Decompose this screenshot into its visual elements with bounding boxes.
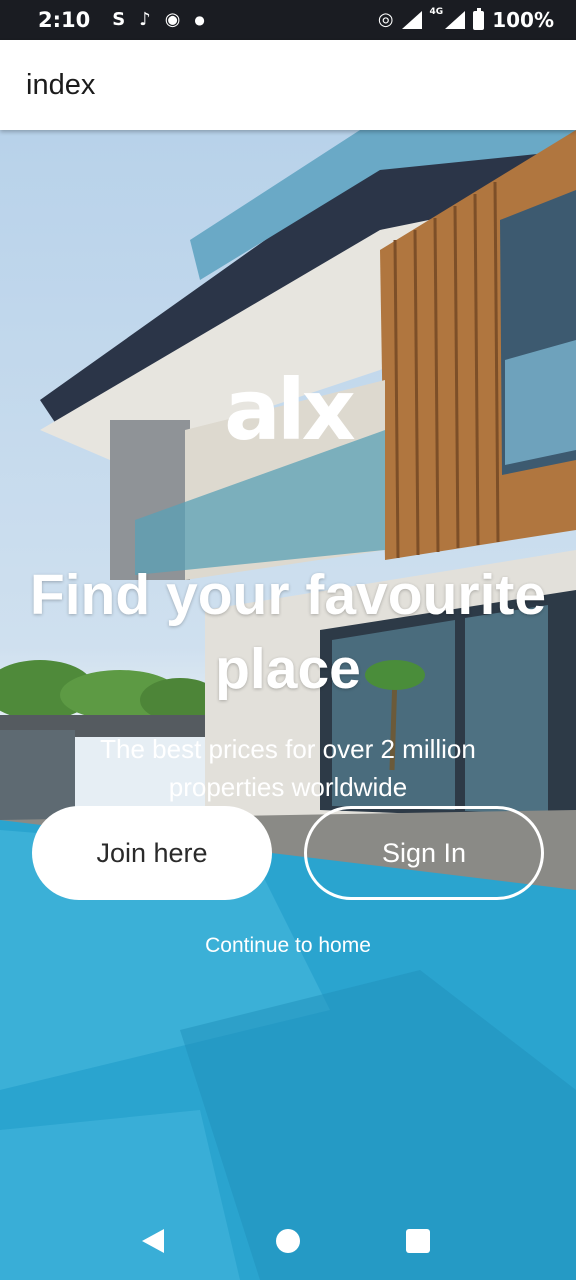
sign-in-button[interactable]: Sign In [304, 806, 544, 900]
status-time: 2:10 [38, 8, 91, 32]
back-icon[interactable] [142, 1229, 164, 1253]
sim-s-icon: S [112, 9, 126, 30]
dot-icon: ● [194, 13, 205, 27]
subtitle: The best prices for over 2 million prope… [100, 734, 476, 802]
recents-icon[interactable] [406, 1229, 430, 1253]
system-icons: ◎ 4G 100% [377, 7, 554, 32]
hero-overlay: alx Find your favourite place The best p… [0, 130, 576, 1280]
system-navigation-bar [0, 1200, 576, 1280]
app-bar: index [0, 40, 576, 130]
signal-icon-2 [445, 11, 466, 29]
battery-percent: 100% [492, 8, 554, 32]
signal-icon [401, 11, 422, 29]
battery-icon [473, 7, 485, 30]
status-bar: 2:10 S ♪ ◉ ● ◎ 4G 100% [0, 0, 576, 40]
chrome-icon: ◉ [164, 9, 181, 30]
headline: Find your favourite place [29, 563, 547, 701]
network-type-label: 4G [429, 7, 444, 17]
hotspot-icon: ◎ [377, 9, 394, 30]
join-here-button[interactable]: Join here [32, 806, 272, 900]
hero-background: alx Find your favourite place The best p… [0, 130, 576, 1280]
tiktok-icon: ♪ [139, 9, 151, 30]
notification-icons: S ♪ ◉ ● [112, 11, 205, 29]
home-icon[interactable] [276, 1229, 300, 1253]
alx-logo: alx [224, 361, 356, 459]
continue-to-home-link[interactable]: Continue to home [0, 934, 576, 958]
page-title: index [26, 68, 96, 101]
